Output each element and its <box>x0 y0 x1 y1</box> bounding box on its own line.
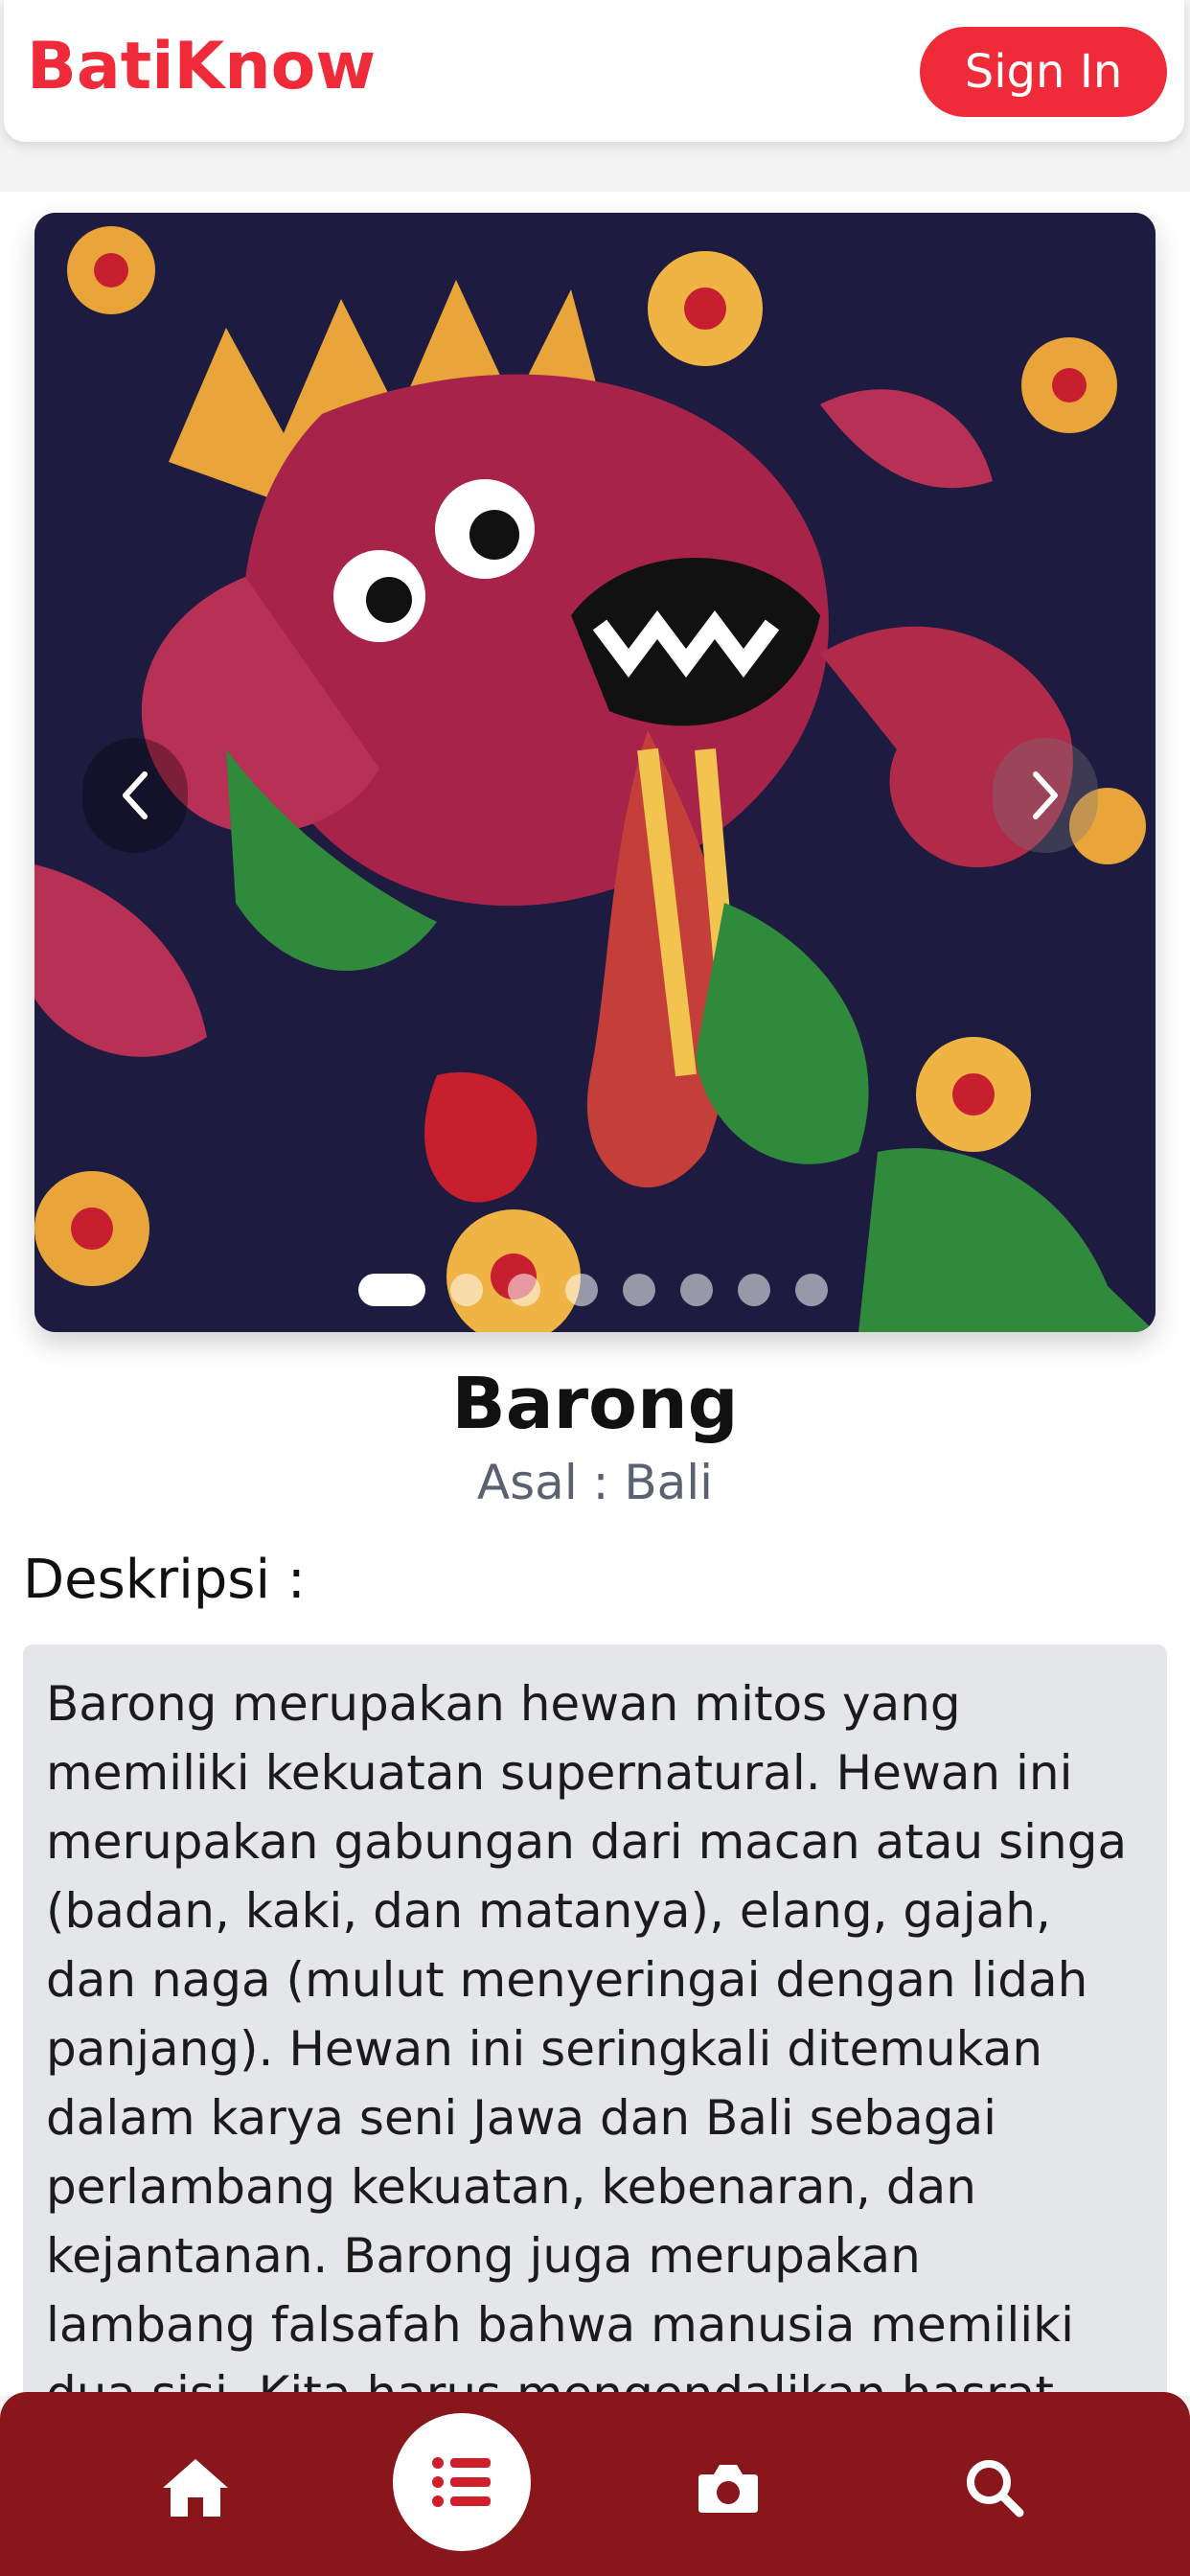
carousel-dot[interactable] <box>508 1274 540 1306</box>
batik-image-carousel[interactable] <box>34 213 1156 1332</box>
description-text: Barong merupakan hewan mitos yang memili… <box>46 1676 1128 2491</box>
batik-image <box>34 213 1156 1332</box>
nav-home-button[interactable] <box>128 2421 263 2555</box>
carousel-dot[interactable] <box>680 1274 713 1306</box>
nav-list-button[interactable] <box>393 2413 531 2551</box>
list-icon <box>432 2457 491 2507</box>
carousel-dot[interactable] <box>738 1274 770 1306</box>
carousel-dot[interactable] <box>450 1274 483 1306</box>
carousel-dot[interactable] <box>565 1274 598 1306</box>
nav-search-button[interactable] <box>927 2421 1062 2555</box>
main-content: Barong Asal : Bali Deskripsi : Barong me… <box>0 192 1190 2507</box>
home-icon <box>163 2459 228 2517</box>
chevron-left-icon <box>123 771 148 819</box>
carousel-dot[interactable] <box>623 1274 655 1306</box>
nav-camera-button[interactable] <box>661 2421 795 2555</box>
search-icon <box>967 2460 1024 2518</box>
description-label: Deskripsi : <box>23 1549 306 1611</box>
chevron-right-icon <box>1033 771 1058 819</box>
brand-logo[interactable]: BatiKnow <box>27 29 376 104</box>
carousel-dot[interactable] <box>795 1274 828 1306</box>
bottom-navigation <box>0 2392 1190 2576</box>
carousel-indicators <box>358 1273 828 1307</box>
camera-icon <box>698 2465 758 2513</box>
description-box[interactable]: Barong merupakan hewan mitos yang memili… <box>23 1644 1167 2507</box>
batik-origin: Asal : Bali <box>476 1455 714 1510</box>
carousel-dot[interactable] <box>358 1274 425 1306</box>
sign-in-button[interactable]: Sign In <box>920 27 1167 117</box>
batik-title: Barong <box>451 1363 739 1445</box>
carousel-next-button[interactable] <box>993 738 1098 853</box>
carousel-prev-button[interactable] <box>82 738 188 853</box>
app-header: BatiKnow Sign In <box>4 0 1184 142</box>
